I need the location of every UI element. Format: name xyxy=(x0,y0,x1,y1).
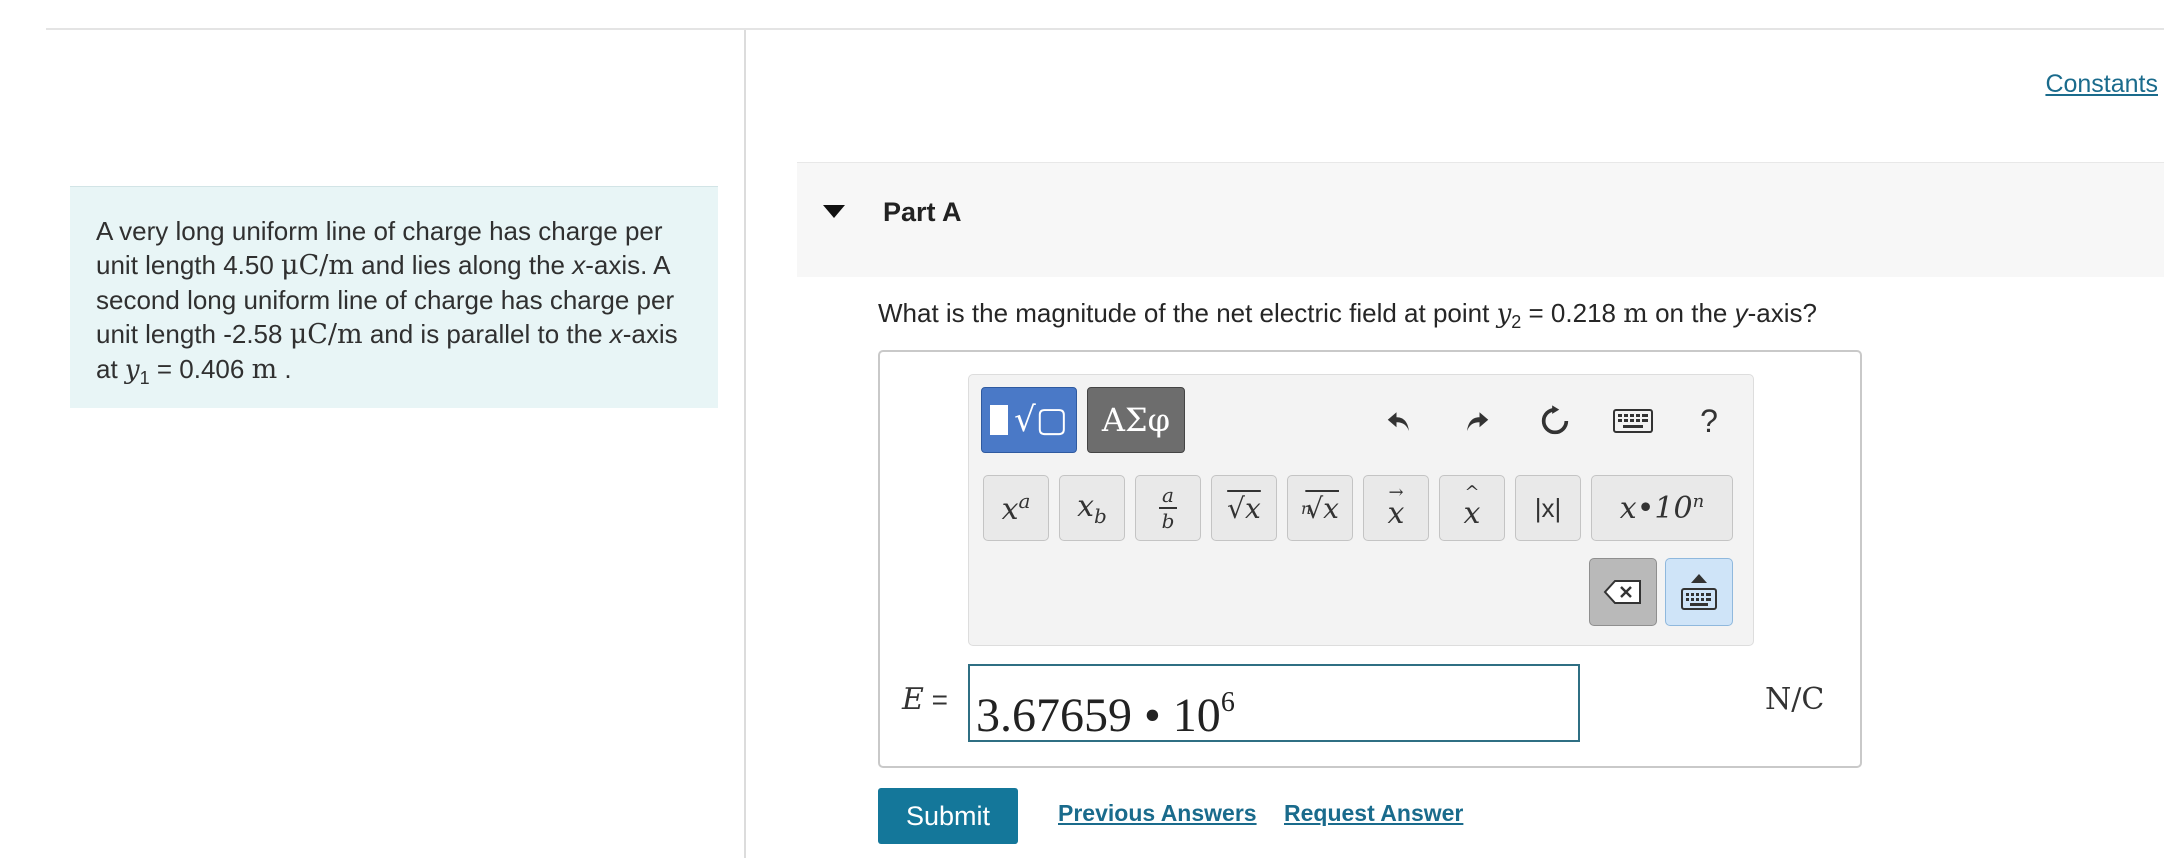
math-toolbar: √▢ ΑΣφ ? xa xb a b √x n √x → x ^ x |x| x… xyxy=(968,374,1754,646)
part-header[interactable]: Part A xyxy=(797,162,2164,277)
sqrt-key[interactable]: √x xyxy=(1211,475,1277,541)
equation-label: E = xyxy=(902,682,948,717)
templates-button[interactable]: √▢ xyxy=(981,387,1077,453)
request-answer-link[interactable]: Request Answer xyxy=(1284,800,1463,827)
nth-root-key[interactable]: n √x xyxy=(1287,475,1353,541)
expand-up-icon xyxy=(1691,574,1707,583)
page: A very long uniform line of charge has c… xyxy=(0,0,2164,858)
key-label: |x| xyxy=(1534,492,1562,523)
key-label: x xyxy=(1387,496,1405,531)
intro-var-y: y xyxy=(124,355,140,385)
fraction-key[interactable]: a b xyxy=(1135,475,1201,541)
question-var-y: y xyxy=(1496,299,1512,329)
question-text: What is the magnitude of the net electri… xyxy=(878,298,1817,333)
show-keyboard-button[interactable] xyxy=(1665,558,1733,626)
key-label: x xyxy=(1077,488,1095,524)
intro-text: . xyxy=(277,354,292,384)
constants-link[interactable]: Constants xyxy=(2045,70,2158,99)
backspace-key[interactable] xyxy=(1589,558,1657,626)
question-unit-m: m xyxy=(1623,299,1648,329)
key-label: x xyxy=(1619,490,1637,526)
keyboard-icon xyxy=(1681,588,1717,610)
question-text-part: What is the magnitude of the net electri… xyxy=(878,298,1497,328)
intro-axis: x xyxy=(572,250,586,280)
question-text-part: = 0.218 xyxy=(1521,298,1624,328)
previous-answers-link[interactable]: Previous Answers xyxy=(1058,800,1257,827)
question-axis: y xyxy=(1734,298,1748,328)
template-block-icon xyxy=(990,405,1009,435)
redo-icon[interactable] xyxy=(1453,397,1501,445)
key-label: n xyxy=(1692,490,1705,512)
sqrt-template-icon: √▢ xyxy=(1014,400,1068,440)
key-label: √x xyxy=(1305,491,1339,525)
unit-vector-key[interactable]: ^ x xyxy=(1439,475,1505,541)
subscript-key[interactable]: xb xyxy=(1059,475,1125,541)
question-var-sub: 2 xyxy=(1511,312,1522,333)
key-label: •10 xyxy=(1636,490,1693,526)
scientific-notation-key[interactable]: x•10n xyxy=(1591,475,1733,541)
key-label: a xyxy=(1162,483,1174,507)
undo-icon[interactable] xyxy=(1375,397,1423,445)
key-label: b xyxy=(1161,509,1175,533)
intro-text: = 0.406 xyxy=(149,354,252,384)
greek-symbols-button[interactable]: ΑΣφ xyxy=(1087,387,1185,453)
top-divider xyxy=(46,28,2164,30)
key-label: a xyxy=(1018,489,1031,513)
answer-area: √▢ ΑΣφ ? xa xb a b √x n √x → x ^ x |x| x… xyxy=(878,350,1862,768)
answer-input[interactable]: 3.67659 • 106 xyxy=(968,664,1580,742)
question-text-part: -axis? xyxy=(1747,298,1817,328)
absolute-value-key[interactable]: |x| xyxy=(1515,475,1581,541)
keyboard-shortcuts-icon[interactable] xyxy=(1609,397,1657,445)
equation-variable: E xyxy=(902,682,924,717)
power-key[interactable]: xa xyxy=(983,475,1049,541)
problem-intro: A very long uniform line of charge has c… xyxy=(70,186,718,408)
backspace-icon xyxy=(1603,580,1641,604)
submit-button[interactable]: Submit xyxy=(878,788,1018,844)
intro-axis: x xyxy=(609,319,623,349)
intro-unit-2: μC/m xyxy=(289,319,363,350)
question-text-part: on the xyxy=(1647,298,1735,328)
answer-exponent: 6 xyxy=(1220,687,1235,718)
vector-key[interactable]: → x xyxy=(1363,475,1429,541)
answer-unit: N/C xyxy=(1765,682,1825,717)
intro-text: and is parallel to the xyxy=(362,319,610,349)
column-divider xyxy=(744,30,746,858)
intro-unit-1: μC/m xyxy=(281,250,354,281)
equation-equals: = xyxy=(923,684,949,715)
collapse-caret-icon[interactable] xyxy=(823,205,845,218)
intro-var-sub: 1 xyxy=(139,368,150,389)
reset-icon[interactable] xyxy=(1531,397,1579,445)
key-label: b xyxy=(1094,503,1107,528)
part-title: Part A xyxy=(883,197,962,227)
help-button[interactable]: ? xyxy=(1685,397,1733,445)
answer-mantissa: 3.67659 • 10 xyxy=(976,689,1221,742)
intro-unit-m: m xyxy=(251,354,278,385)
key-label: x xyxy=(1001,492,1019,527)
key-label: √x xyxy=(1227,491,1261,525)
intro-text: and lies along the xyxy=(353,250,573,280)
key-label: x xyxy=(1463,496,1481,531)
